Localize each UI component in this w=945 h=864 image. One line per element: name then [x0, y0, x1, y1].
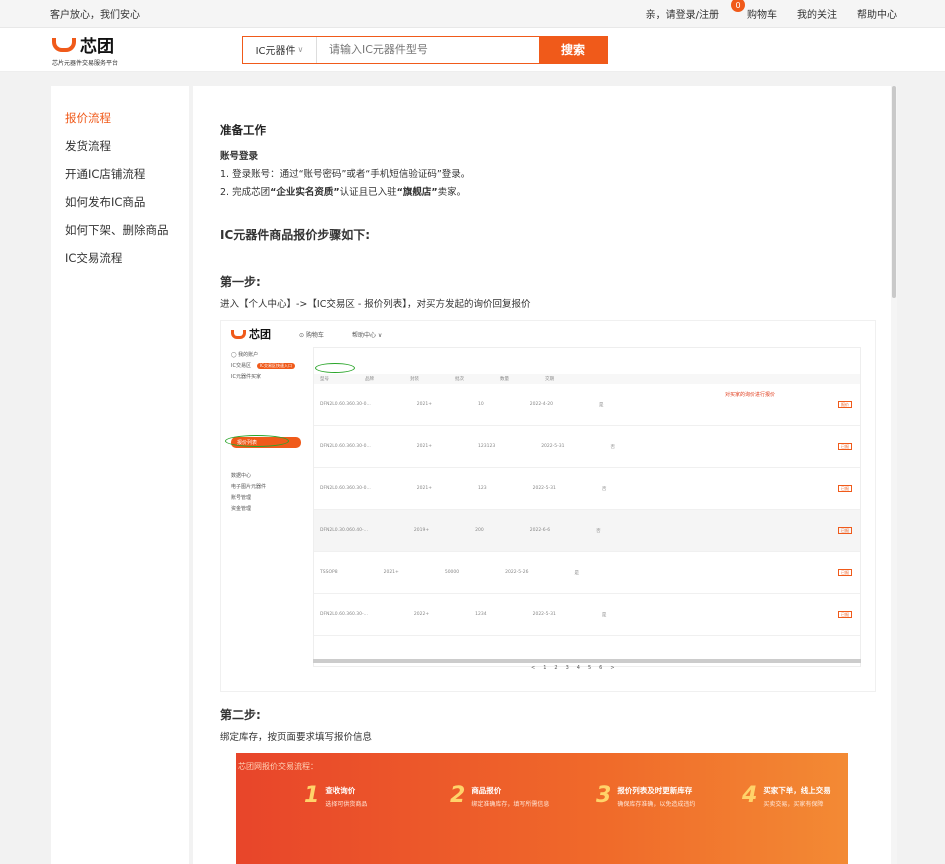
flow-banner: 芯团网报价交易流程： 1 查收询价 选择可供货商品 2 商品报价 绑定准确库存，填写所需… — [236, 753, 848, 864]
step1-screenshot: 芯团 ⊙ 购物车 帮助中心 ∨ ◯ 我的账户 IC交易区 IC交易区快速入口 IC… — [220, 320, 876, 692]
banner-step-2: 2 商品报价 绑定准确库存，填写所需信息 — [450, 783, 550, 809]
account-title: 账号登录 — [220, 151, 259, 162]
screenshot-nav-cart: ⊙ 购物车 — [299, 331, 324, 339]
sidebar-item-quote-flow[interactable]: 报价流程 — [51, 104, 189, 132]
table-row: DFN2L0.60.360.30-0... 2021+ 10 2022-4-20 是报价 — [314, 384, 860, 426]
line-2: 2. 完成芯团“企业实名资质”认证且已入驻“旗舰店”卖家。 — [220, 187, 467, 198]
screenshot-annotation: 对买家的询价进行报价 — [724, 392, 775, 398]
scrollbar[interactable] — [891, 86, 897, 864]
highlight-circle — [225, 435, 289, 447]
sidebar-item-trade-flow[interactable]: IC交易流程 — [51, 244, 189, 272]
cart-count-badge: 0 — [731, 0, 745, 12]
search-category-select[interactable]: IC元器件 ∨ — [243, 36, 317, 63]
step1-desc: 进入【个人中心】->【IC交易区 - 报价列表】，对买方发起的询价回复报价 — [220, 299, 531, 310]
screenshot-sidebar: ◯ 我的账户 IC交易区 IC交易区快速入口 IC元器件买家 报价列表 数据中心 … — [231, 349, 311, 514]
sidebar-item-publish[interactable]: 如何发布IC商品 — [51, 188, 189, 216]
screenshot-pager: <1 2 3 4 5 6 > — [531, 665, 615, 671]
site-header: 芯团 芯片元器件交易服务平台 IC元器件 ∨ 搜索 — [0, 28, 945, 72]
logo-icon — [231, 329, 246, 339]
screenshot-hscroll — [313, 659, 861, 663]
banner-step-1: 1 查收询价 选择可供货商品 — [304, 783, 368, 809]
sidebar-item-open-store[interactable]: 开通IC店铺流程 — [51, 160, 189, 188]
search-button[interactable]: 搜索 — [539, 36, 607, 63]
table-row: DFN2L0.30.060.40-... 2019+ 200 2022-6-6 否已报 — [314, 510, 860, 552]
table-row: DFN2L0.60.360.30-0... 2021+ 123 2022-5-31 否已… — [314, 468, 860, 510]
screenshot-table: 型号 品牌 封装 批次 数量 交期 DFN2L0.60.360.30-0... 2021+ 1… — [313, 347, 861, 667]
banner-step-4: 4 买家下单，线上交易 买卖交易，买家有保障 — [742, 783, 831, 809]
step2-desc: 绑定库存，按页面要求填写报价信息 — [220, 732, 373, 743]
banner-step-3: 3 报价列表及时更新库存 确保库存准确，以免造成违约 — [596, 783, 696, 809]
step2-title: 第二步: — [220, 708, 261, 722]
content-area: 报价流程 发货流程 开通IC店铺流程 如何发布IC商品 如何下架、删除商品 IC… — [51, 86, 897, 864]
follow-link[interactable]: 我的关注 — [797, 6, 837, 21]
line-1: 1. 登录账号：通过“账号密码”或者“手机短信验证码”登录。 — [220, 169, 471, 180]
sidebar-item-shipping-flow[interactable]: 发货流程 — [51, 132, 189, 160]
cart-label: 购物车 — [747, 10, 777, 21]
sidebar-item-delist[interactable]: 如何下架、删除商品 — [51, 216, 189, 244]
scrollbar-thumb[interactable] — [892, 86, 896, 298]
search-input[interactable] — [317, 36, 539, 63]
table-row: DFN2L0.60.360.30-... 2022+ 1234 2022-5-31 是已… — [314, 594, 860, 636]
banner-title: 芯团网报价交易流程： — [238, 762, 318, 771]
top-links: 亲，请登录/注册 0 购物车 我的关注 帮助中心 — [646, 0, 897, 21]
step1-title: 第一步: — [220, 275, 261, 289]
main-article: 准备工作 账号登录 1. 登录账号：通过“账号密码”或者“手机短信验证码”登录。… — [193, 86, 897, 864]
prep-title: 准备工作 — [220, 123, 266, 137]
sidebar: 报价流程 发货流程 开通IC店铺流程 如何发布IC商品 如何下架、删除商品 IC… — [51, 86, 189, 864]
cart-link[interactable]: 0 购物车 — [731, 0, 777, 21]
table-row: TSSOP8 2021+ 50000 2022-5-26 是已报 — [314, 552, 860, 594]
site-logo[interactable]: 芯团 芯片元器件交易服务平台 — [52, 32, 242, 67]
logo-name: 芯团 — [80, 37, 114, 57]
logo-subtitle: 芯片元器件交易服务平台 — [52, 60, 119, 67]
screenshot-logo: 芯团 — [231, 326, 271, 342]
login-link[interactable]: 亲，请登录/注册 — [646, 6, 719, 21]
table-row: DFN2L0.60.360.30-0... 2021+ 123123 2022-5-3… — [314, 426, 860, 468]
search-bar: IC元器件 ∨ 搜索 — [242, 35, 608, 64]
steps-title: IC元器件商品报价步骤如下: — [220, 228, 371, 242]
slogan: 客户放心，我们安心 — [50, 10, 140, 21]
screenshot-nav-help: 帮助中心 ∨ — [351, 331, 383, 339]
logo-icon — [52, 37, 76, 52]
search-category-label: IC元器件 — [255, 46, 296, 57]
help-link[interactable]: 帮助中心 — [857, 6, 897, 21]
chevron-down-icon: ∨ — [297, 45, 304, 54]
top-bar: 客户放心，我们安心 亲，请登录/注册 0 购物车 我的关注 帮助中心 — [0, 0, 945, 28]
table-header: 型号 品牌 封装 批次 数量 交期 — [314, 374, 860, 384]
